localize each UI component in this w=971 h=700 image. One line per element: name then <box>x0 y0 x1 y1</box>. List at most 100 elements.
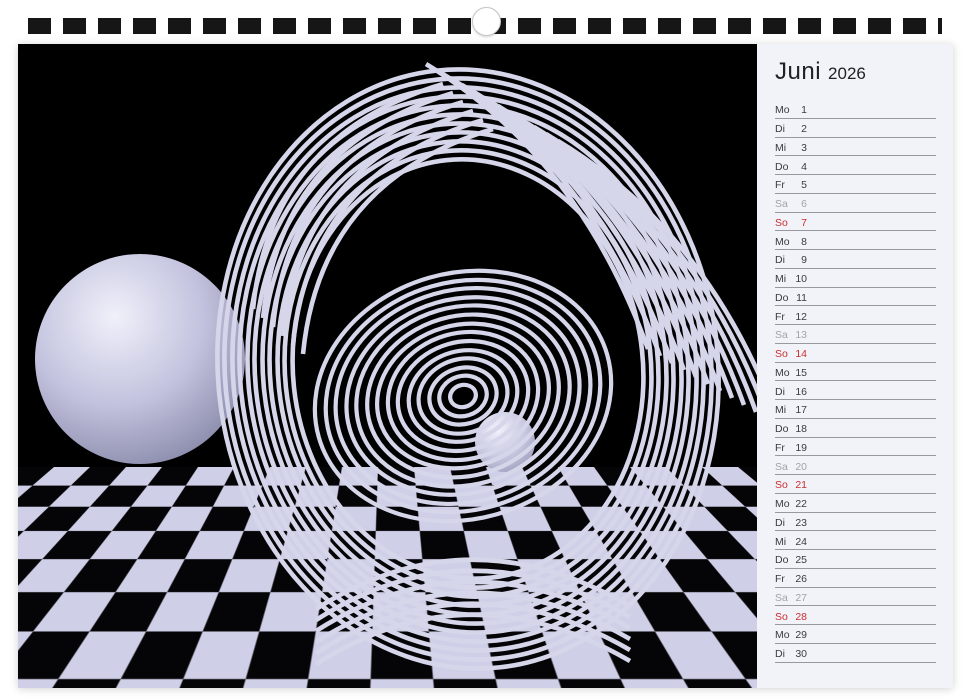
date-row: Di30 <box>775 644 936 663</box>
date-row: Mi17 <box>775 400 936 419</box>
date-row: Mi3 <box>775 138 936 157</box>
weekday-label: Fr <box>775 180 793 191</box>
weekday-label: Di <box>775 387 793 398</box>
date-row: Fr19 <box>775 438 936 457</box>
date-number: 29 <box>793 630 807 641</box>
date-rows: Mo1Di2Mi3Do4Fr5Sa6So7Mo8Di9Mi10Do11Fr12S… <box>775 100 936 663</box>
date-number: 11 <box>793 293 807 304</box>
weekday-label: Fr <box>775 312 793 323</box>
weekday-label: Fr <box>775 443 793 454</box>
date-row: Mi24 <box>775 531 936 550</box>
weekday-label: Fr <box>775 574 793 585</box>
date-row: Fr12 <box>775 306 936 325</box>
weekday-label: Do <box>775 162 793 173</box>
date-number: 17 <box>793 405 807 416</box>
date-number: 5 <box>793 180 807 191</box>
calendar-product-photo: Juni 2026 Mo1Di2Mi3Do4Fr5Sa6So7Mo8Di9Mi1… <box>0 0 971 700</box>
weekday-label: Di <box>775 124 793 135</box>
weekday-label: Sa <box>775 593 793 604</box>
date-number: 7 <box>793 218 807 229</box>
date-number: 26 <box>793 574 807 585</box>
date-number: 28 <box>793 612 807 623</box>
weekday-label: Mo <box>775 630 793 641</box>
date-panel: Juni 2026 Mo1Di2Mi3Do4Fr5Sa6So7Mo8Di9Mi1… <box>757 44 953 688</box>
date-number: 6 <box>793 199 807 210</box>
date-number: 10 <box>793 274 807 285</box>
date-row: Di23 <box>775 513 936 532</box>
weekday-label: Sa <box>775 199 793 210</box>
date-row: Do4 <box>775 156 936 175</box>
date-number: 24 <box>793 537 807 548</box>
date-row: Di2 <box>775 119 936 138</box>
weekday-label: Mi <box>775 143 793 154</box>
weekday-label: So <box>775 480 793 491</box>
calendar-page: Juni 2026 Mo1Di2Mi3Do4Fr5Sa6So7Mo8Di9Mi1… <box>18 44 953 688</box>
date-row: Do25 <box>775 550 936 569</box>
date-row: Fr26 <box>775 569 936 588</box>
date-number: 22 <box>793 499 807 510</box>
date-row: Mi10 <box>775 269 936 288</box>
date-number: 3 <box>793 143 807 154</box>
date-row: Sa6 <box>775 194 936 213</box>
date-row: So7 <box>775 213 936 232</box>
weekday-label: So <box>775 349 793 360</box>
weekday-label: Sa <box>775 462 793 473</box>
hanger-hole <box>472 7 501 36</box>
weekday-label: Sa <box>775 330 793 341</box>
date-number: 13 <box>793 330 807 341</box>
weekday-label: Di <box>775 649 793 660</box>
date-number: 23 <box>793 518 807 529</box>
date-number: 8 <box>793 237 807 248</box>
weekday-label: Mo <box>775 105 793 116</box>
date-row: Do11 <box>775 288 936 307</box>
date-row: Di9 <box>775 250 936 269</box>
weekday-label: Mo <box>775 237 793 248</box>
date-number: 2 <box>793 124 807 135</box>
date-number: 14 <box>793 349 807 360</box>
cover-art <box>18 44 757 688</box>
date-row: Mo8 <box>775 231 936 250</box>
date-row: Sa20 <box>775 456 936 475</box>
date-number: 21 <box>793 480 807 491</box>
date-number: 4 <box>793 162 807 173</box>
date-number: 9 <box>793 255 807 266</box>
date-row: Sa27 <box>775 588 936 607</box>
date-row: Do18 <box>775 419 936 438</box>
weekday-label: Mi <box>775 537 793 548</box>
weekday-label: Di <box>775 255 793 266</box>
date-row: Mo29 <box>775 625 936 644</box>
weekday-label: Mi <box>775 405 793 416</box>
date-number: 1 <box>793 105 807 116</box>
striped-sculpture <box>18 44 757 688</box>
date-row: Sa13 <box>775 325 936 344</box>
date-row: Mo22 <box>775 494 936 513</box>
date-number: 18 <box>793 424 807 435</box>
date-number: 16 <box>793 387 807 398</box>
date-row: So21 <box>775 475 936 494</box>
weekday-label: Mo <box>775 499 793 510</box>
weekday-label: Do <box>775 293 793 304</box>
date-number: 19 <box>793 443 807 454</box>
weekday-label: Di <box>775 518 793 529</box>
month-header: Juni 2026 <box>775 58 936 98</box>
date-number: 25 <box>793 555 807 566</box>
date-number: 15 <box>793 368 807 379</box>
date-row: Mo1 <box>775 100 936 119</box>
weekday-label: Do <box>775 555 793 566</box>
date-number: 12 <box>793 312 807 323</box>
month-title: Juni <box>775 58 821 86</box>
weekday-label: So <box>775 612 793 623</box>
date-number: 30 <box>793 649 807 660</box>
date-row: Mo15 <box>775 363 936 382</box>
weekday-label: Mo <box>775 368 793 379</box>
year-label: 2026 <box>828 64 866 84</box>
date-row: Fr5 <box>775 175 936 194</box>
date-row: So28 <box>775 606 936 625</box>
date-number: 20 <box>793 462 807 473</box>
weekday-label: Do <box>775 424 793 435</box>
weekday-label: So <box>775 218 793 229</box>
date-row: Di16 <box>775 381 936 400</box>
date-row: So14 <box>775 344 936 363</box>
date-number: 27 <box>793 593 807 604</box>
weekday-label: Mi <box>775 274 793 285</box>
